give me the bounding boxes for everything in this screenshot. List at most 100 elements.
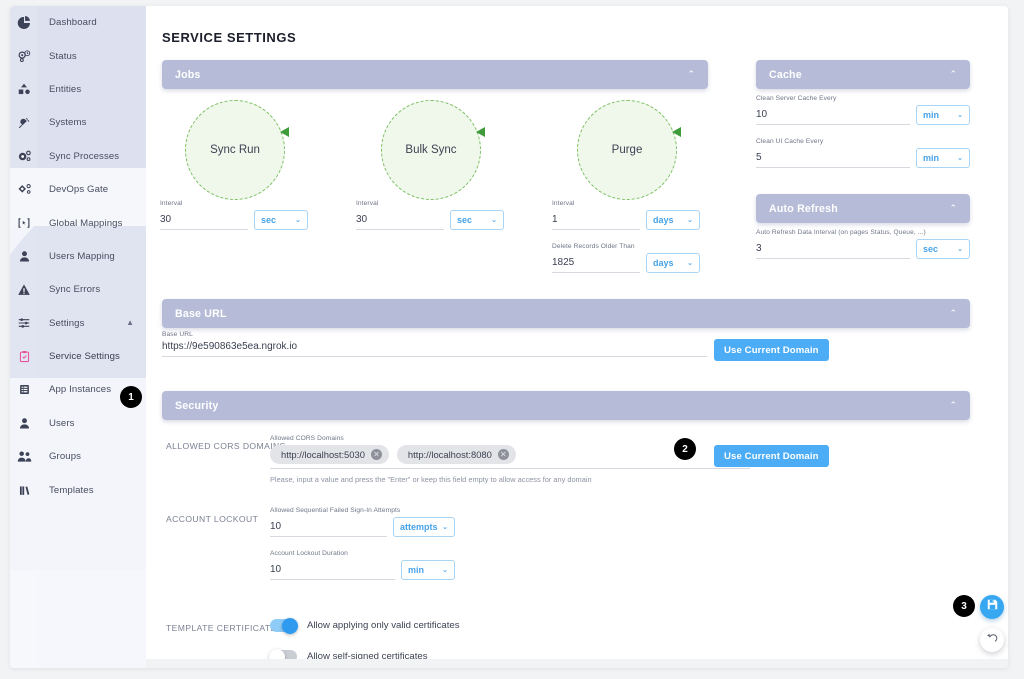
toggle-row-valid-certificates: Allow applying only valid certificates xyxy=(270,617,460,634)
panel-header-base-url[interactable]: Base URL ⌃ xyxy=(162,299,970,328)
field-auto-refresh-interval: Auto Refresh Data Interval (on pages Sta… xyxy=(756,229,970,259)
panel-header-cache[interactable]: Cache ⌃ xyxy=(756,60,970,89)
job-circle[interactable]: Bulk Sync xyxy=(381,100,485,200)
sync-run-interval-input[interactable] xyxy=(160,214,248,230)
chevron-up-icon[interactable]: ⌃ xyxy=(949,204,957,213)
failed-signin-attempts-input[interactable] xyxy=(270,521,387,537)
panel-title: Cache xyxy=(769,68,802,81)
sidebar-item-label: Sync Processes xyxy=(49,150,120,162)
play-arrow-icon[interactable] xyxy=(672,127,681,137)
cors-hint-text: Please, input a value and press the "Ent… xyxy=(270,475,592,484)
purge-interval-unit-select[interactable]: days ⌄ xyxy=(646,210,700,230)
close-icon[interactable]: ✕ xyxy=(497,449,509,460)
base-url-use-current-domain-button[interactable]: Use Current Domain xyxy=(714,339,829,361)
sidebar-item-dashboard[interactable]: Dashboard xyxy=(10,6,146,39)
sidebar-item-groups[interactable]: Groups xyxy=(10,440,146,473)
auto-refresh-interval-input[interactable] xyxy=(756,243,910,259)
sidebar-item-status[interactable]: Status xyxy=(10,39,146,72)
sidebar-item-users[interactable]: Users xyxy=(10,407,146,440)
purge-delete-older-unit-select[interactable]: days ⌄ xyxy=(646,253,700,273)
field-label: Base URL xyxy=(162,331,193,338)
account-lockout-duration-unit-select[interactable]: min ⌄ xyxy=(401,560,455,580)
play-arrow-icon[interactable] xyxy=(476,127,485,137)
sidebar-decoration-blob-bottom xyxy=(10,486,146,668)
cors-chip[interactable]: http://localhost:5030 ✕ xyxy=(270,445,389,464)
account-lockout-duration-input[interactable] xyxy=(270,564,395,580)
chevron-down-icon: ⌄ xyxy=(687,260,693,267)
field-failed-signin-attempts: Allowed Sequential Failed Sign-In Attemp… xyxy=(270,507,455,537)
chevron-up-icon[interactable]: ⌃ xyxy=(949,401,957,410)
clean-server-cache-input[interactable] xyxy=(756,109,910,125)
annotation-badge-1: 1 xyxy=(120,386,142,408)
clean-ui-cache-input[interactable] xyxy=(756,152,910,168)
job-bulk-sync: Bulk Sync xyxy=(356,100,506,200)
field-clean-server-cache: Clean Server Cache Every min ⌄ xyxy=(756,95,970,125)
chevron-down-icon: ⌄ xyxy=(491,217,497,224)
unit-value: attempts xyxy=(400,522,438,532)
field-label: Clean UI Cache Every xyxy=(756,138,824,145)
sidebar-item-label: Global Mappings xyxy=(49,217,123,229)
main-content: SERVICE SETTINGS Jobs ⌃ Sync Run Interva… xyxy=(146,6,1008,668)
sync-run-interval-unit-select[interactable]: sec ⌄ xyxy=(254,210,308,230)
sidebar-item-sync-errors[interactable]: Sync Errors xyxy=(10,273,146,306)
panel-header-jobs[interactable]: Jobs ⌃ xyxy=(162,60,708,89)
sidebar-item-label: Service Settings xyxy=(49,351,120,363)
job-circle[interactable]: Purge xyxy=(577,100,681,200)
sidebar-item-service-settings[interactable]: Service Settings xyxy=(10,340,146,373)
field-clean-ui-cache: Clean UI Cache Every min ⌄ xyxy=(756,138,970,168)
chevron-up-icon[interactable]: ⌃ xyxy=(949,309,957,318)
sidebar-item-sync-processes[interactable]: Sync Processes xyxy=(10,140,146,173)
save-fab-button[interactable] xyxy=(980,595,1004,619)
undo-arrow-icon xyxy=(986,631,999,649)
undo-fab-button[interactable] xyxy=(980,628,1004,652)
sidebar-item-label: Templates xyxy=(49,484,94,496)
sidebar-item-global-mappings[interactable]: Global Mappings xyxy=(10,206,146,239)
content-bottom-strip xyxy=(146,659,1008,668)
users-group-icon xyxy=(10,449,38,464)
panel-header-security[interactable]: Security ⌃ xyxy=(162,391,970,420)
panel-title: Jobs xyxy=(175,68,201,81)
sidebar-item-label: App Instances xyxy=(49,384,112,396)
toggle-allow-valid-certificates[interactable] xyxy=(270,617,298,634)
sidebar-item-label: Groups xyxy=(49,451,82,463)
panel-header-auto-refresh[interactable]: Auto Refresh ⌃ xyxy=(756,194,970,223)
chevron-up-icon[interactable]: ▲ xyxy=(126,319,134,327)
chevron-up-icon[interactable]: ⌃ xyxy=(687,70,695,79)
sidebar-item-devops-gate[interactable]: DevOps Gate xyxy=(10,173,146,206)
bulk-sync-interval-input[interactable] xyxy=(356,214,444,230)
clean-ui-cache-unit-select[interactable]: min ⌄ xyxy=(916,148,970,168)
sidebar-nav-list: Dashboard Status Entities Systems Sync P… xyxy=(10,6,146,507)
sidebar-item-users-mapping[interactable]: Users Mapping xyxy=(10,240,146,273)
sidebar-item-label: Dashboard xyxy=(49,17,97,29)
page-title: SERVICE SETTINGS xyxy=(162,30,297,45)
purge-interval-input[interactable] xyxy=(552,214,640,230)
clean-server-cache-unit-select[interactable]: min ⌄ xyxy=(916,105,970,125)
sidebar-item-templates[interactable]: Templates xyxy=(10,473,146,506)
sidebar-item-label: Users Mapping xyxy=(49,250,115,262)
cors-chip[interactable]: http://localhost:8080 ✕ xyxy=(396,445,516,464)
sidebar-item-label: Systems xyxy=(49,117,87,129)
play-arrow-icon[interactable] xyxy=(280,127,289,137)
chevron-down-icon: ⌄ xyxy=(442,567,448,574)
failed-signin-attempts-unit-select[interactable]: attempts ⌄ xyxy=(393,517,455,537)
job-circle[interactable]: Sync Run xyxy=(185,100,289,200)
job-name: Sync Run xyxy=(210,144,260,156)
sidebar-item-label: Settings xyxy=(49,317,85,329)
pie-chart-icon xyxy=(10,15,38,30)
gears-icon xyxy=(10,149,38,164)
purge-delete-older-input[interactable] xyxy=(552,257,640,273)
field-label: Delete Records Older Than xyxy=(552,243,635,250)
sidebar-item-systems[interactable]: Systems xyxy=(10,106,146,139)
sidebar-item-label: Entities xyxy=(49,83,82,95)
sidebar-item-label: Sync Errors xyxy=(49,284,101,296)
chevron-up-icon[interactable]: ⌃ xyxy=(949,70,957,79)
close-icon[interactable]: ✕ xyxy=(370,449,382,460)
sidebar-item-entities[interactable]: Entities xyxy=(10,73,146,106)
bulk-sync-interval-unit-select[interactable]: sec ⌄ xyxy=(450,210,504,230)
mapping-arrows-icon xyxy=(10,216,38,230)
sidebar-item-settings[interactable]: Settings ▲ xyxy=(10,307,146,340)
cors-use-current-domain-button[interactable]: Use Current Domain xyxy=(714,445,829,467)
sidebar-item-label: Status xyxy=(49,50,77,62)
base-url-input[interactable] xyxy=(162,341,707,357)
auto-refresh-interval-unit-select[interactable]: sec ⌄ xyxy=(916,239,970,259)
